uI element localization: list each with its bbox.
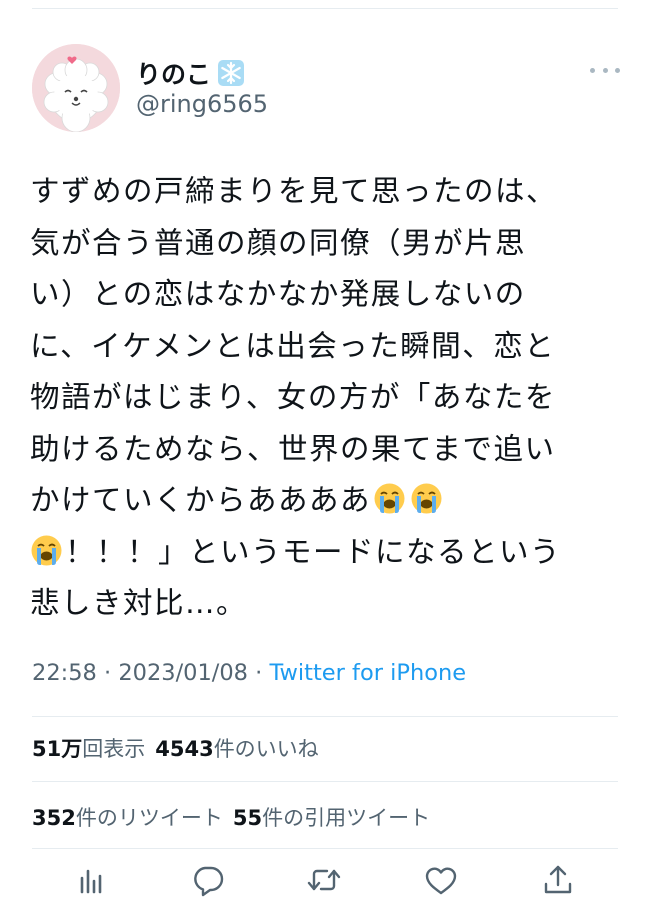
more-options-icon[interactable] (590, 60, 620, 80)
top-divider (32, 8, 618, 9)
likes-stat[interactable]: 4543件のいいね (155, 737, 318, 761)
reply-icon[interactable] (190, 862, 226, 898)
tweet-line: すずめの戸締まりを見て思ったのは、 (30, 174, 558, 208)
tweet-action-bar (0, 862, 650, 910)
likes-count: 4543 (155, 737, 214, 761)
tweet-line: 悲しき対比…。 (30, 586, 248, 620)
dog-avatar-icon (32, 44, 120, 132)
share-icon[interactable] (540, 862, 576, 898)
tweet-time[interactable]: 22:58 (32, 660, 97, 686)
like-icon[interactable] (423, 862, 459, 898)
tweet-line-with-emoji: ！！！」というモードになるという (30, 527, 630, 579)
avatar[interactable] (32, 44, 120, 132)
meta-separator: · (248, 660, 270, 686)
tweet-line: 物語がはじまり、女の方が「あなたを (30, 380, 556, 414)
tweet-source-link[interactable]: Twitter for iPhone (269, 660, 466, 686)
retweet-icon[interactable] (306, 862, 342, 898)
tweet-meta: 22:58 · 2023/01/08 · Twitter for iPhone (32, 660, 466, 686)
divider (32, 716, 618, 717)
divider (32, 848, 618, 849)
tweet-line: い）との恋はなかなか発展しないの (30, 277, 526, 311)
divider (32, 781, 618, 782)
display-name[interactable]: りのこ (136, 55, 211, 91)
tweet-line: に、イケメンとは出会った瞬間、恋と (30, 328, 556, 363)
quotes-stat[interactable]: 55件の引用ツイート (233, 806, 430, 830)
likes-label: 件のいいね (213, 737, 319, 761)
loudly-crying-face-icon (410, 480, 443, 514)
tweet-line: 気が合う普通の顔の同僚（男が片思 (30, 225, 527, 260)
meta-separator: · (96, 660, 119, 686)
quotes-label: 件の引用ツイート (262, 806, 431, 830)
loudly-crying-face-icon (30, 532, 63, 565)
retweets-count: 352 (32, 806, 76, 830)
retweets-stat[interactable]: 352件のリツイート (32, 806, 223, 830)
tweet-line-text: かけていくからああああ (30, 483, 372, 517)
views-stat[interactable]: 51万回表示 (32, 737, 145, 761)
stats-row-views-likes: 51万回表示 4543件のいいね (32, 733, 319, 763)
tweet-line: 助けるためなら、世界の果てまで追い (30, 431, 556, 466)
author-name-row[interactable]: りのこ (136, 56, 245, 90)
tweet-line-with-emoji: かけていくからああああ (30, 475, 630, 527)
tweet-text: すずめの戸締まりを見て思ったのは、 気が合う普通の顔の同僚（男が片思 い）との恋… (30, 166, 630, 630)
analytics-icon[interactable] (74, 862, 110, 898)
quotes-count: 55 (232, 806, 263, 830)
user-handle[interactable]: @ring6565 (136, 90, 268, 118)
snowflake-icon (217, 59, 245, 87)
views-label: 回表示 (82, 737, 146, 761)
tweet-line-text: ！！！」というモードになるという (65, 534, 562, 569)
loudly-crying-face-icon (373, 480, 406, 514)
stats-row-retweets-quotes: 352件のリツイート 55件の引用ツイート (32, 802, 430, 832)
retweets-label: 件のリツイート (75, 806, 223, 830)
tweet-date[interactable]: 2023/01/08 (118, 660, 248, 686)
views-count: 51万 (32, 737, 83, 761)
